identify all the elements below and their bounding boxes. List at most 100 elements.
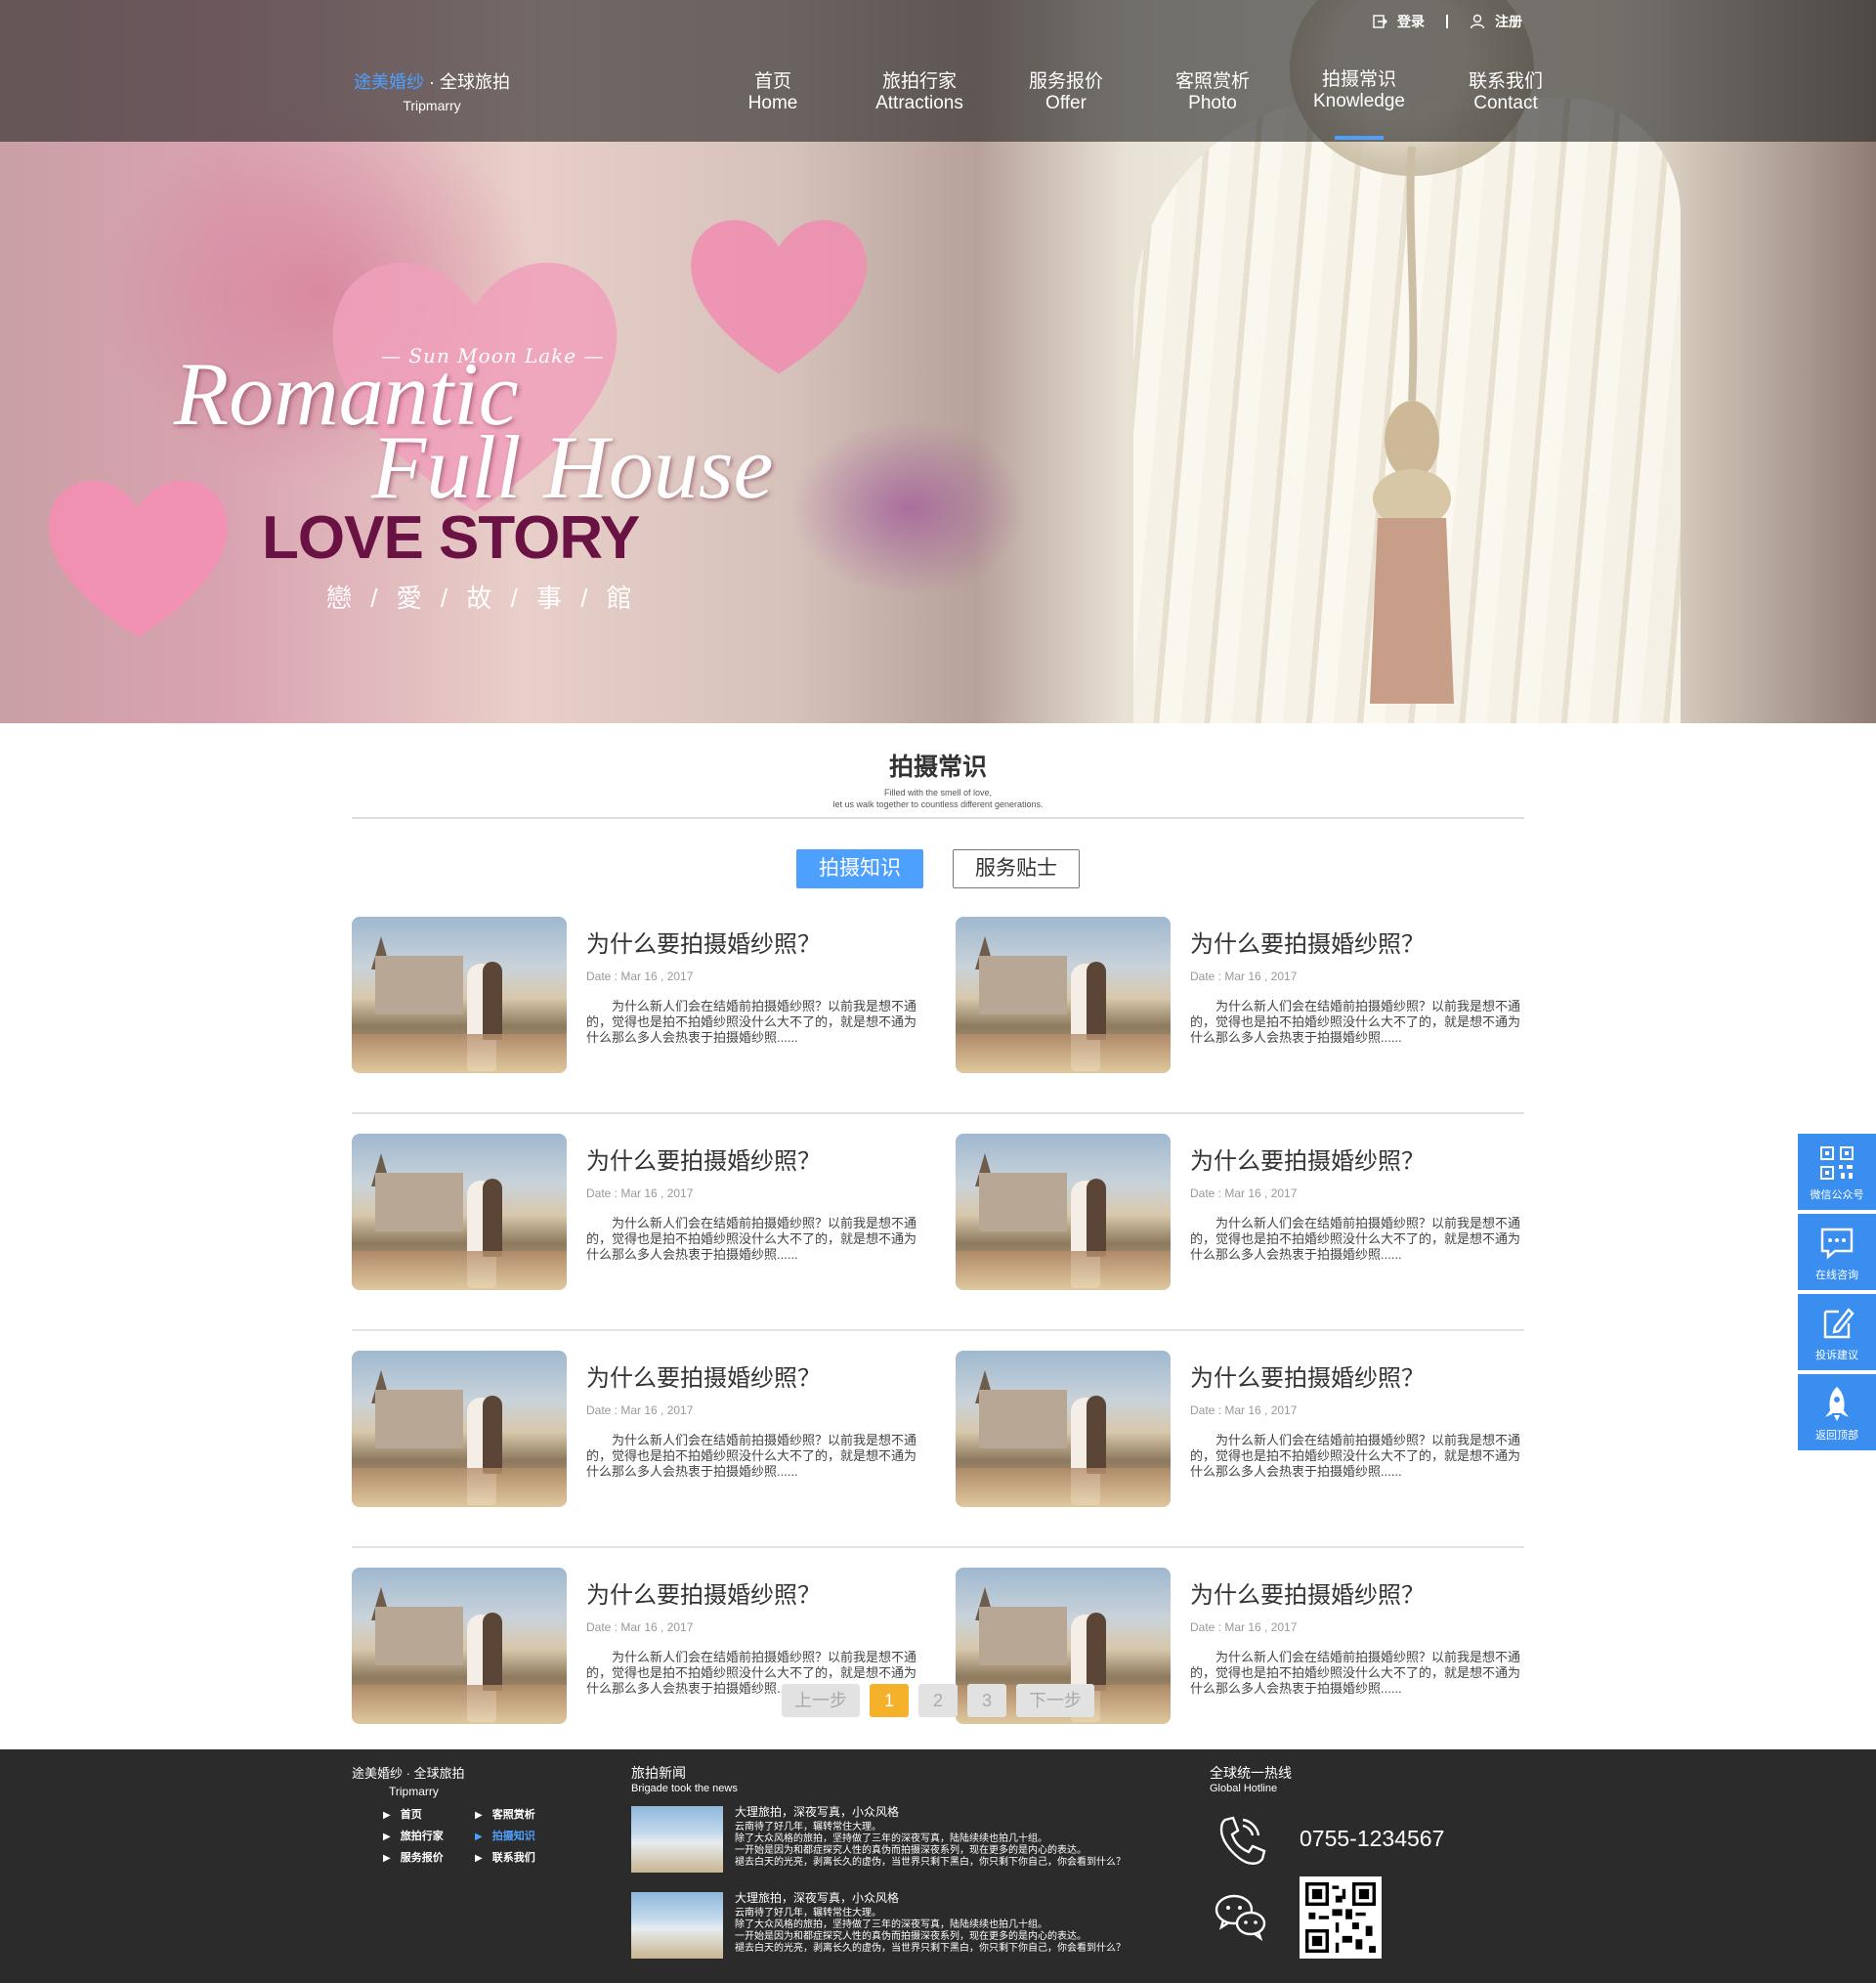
footer-links: 首页 客照赏析 旅拍行家 拍摄知识 服务报价 联系我们 <box>383 1806 567 1865</box>
nav-label-en: Knowledge <box>1312 91 1406 111</box>
article-card[interactable]: 为什么要拍摄婚纱照？ Date : Mar 16 , 2017 为什么新人们会在… <box>352 1351 920 1507</box>
footer-news-item[interactable]: 大理旅拍，深夜写真，小众风格 云南待了好几年，辗转常住大理。 除了大众风格的旅拍… <box>631 1892 1178 1959</box>
news-line: 除了大众风格的旅拍，坚持做了三年的深夜写真，陆陆续续也拍几十组。 <box>735 1919 1047 1930</box>
prev-page-button[interactable]: 上一步 <box>782 1684 860 1717</box>
nav-label-en: Offer <box>1045 93 1087 113</box>
nav-label-en: Attractions <box>875 93 963 113</box>
article-title[interactable]: 为什么要拍摄婚纱照？ <box>586 930 920 960</box>
article-title[interactable]: 为什么要拍摄婚纱照？ <box>1190 930 1524 960</box>
section-divider <box>352 817 1524 819</box>
article-title[interactable]: 为什么要拍摄婚纱照？ <box>1190 1364 1524 1394</box>
article-card[interactable]: 为什么要拍摄婚纱照？ Date : Mar 16 , 2017 为什么新人们会在… <box>352 917 920 1073</box>
article-card[interactable]: 为什么要拍摄婚纱照？ Date : Mar 16 , 2017 为什么新人们会在… <box>956 1351 1524 1507</box>
side-feedback-button[interactable]: 投诉建议 <box>1798 1294 1876 1370</box>
section-subtitle: Filled with the smell of love, let us wa… <box>0 787 1876 810</box>
hotline-title: 全球统一热线 <box>1210 1765 1292 1781</box>
page-button-3[interactable]: 3 <box>967 1684 1006 1717</box>
article-excerpt: 为什么新人们会在结婚前拍摄婚纱照？以前我是想不通的，觉得也是拍不拍婚纱照没什么大… <box>1190 1650 1521 1696</box>
article-thumbnail <box>352 1351 567 1507</box>
news-line: 一开始是因为和都症探究人性的真伪而拍摄深夜系列，现在更多的是内心的表达。 <box>735 1931 1087 1942</box>
footer-link-knowledge[interactable]: 拍摄知识 <box>475 1828 567 1843</box>
nav-label-zh: 服务报价 <box>1028 71 1103 92</box>
register-link[interactable]: 注册 <box>1495 12 1522 31</box>
article-date: Date : Mar 16 , 2017 <box>1190 1403 1298 1417</box>
chat-icon <box>1820 1228 1854 1260</box>
footer-news-title: 旅拍新闻 <box>631 1765 686 1781</box>
article-title[interactable]: 为什么要拍摄婚纱照？ <box>586 1364 920 1394</box>
footer-news-item[interactable]: 大理旅拍，深夜写真，小众风格 云南待了好几年，辗转常住大理。 除了大众风格的旅拍… <box>631 1806 1178 1873</box>
nav-label-zh: 旅拍行家 <box>881 71 957 92</box>
page-button-1[interactable]: 1 <box>870 1684 909 1717</box>
logo-tagline: · 全球旅拍 <box>424 72 510 92</box>
news-title: 大理旅拍，深夜写真，小众风格 <box>735 1805 900 1819</box>
article-title[interactable]: 为什么要拍摄婚纱照？ <box>1190 1147 1524 1177</box>
login-icon <box>1373 15 1387 28</box>
article-row: 为什么要拍摄婚纱照？ Date : Mar 16 , 2017 为什么新人们会在… <box>352 1351 1524 1548</box>
nav-label-zh: 联系我们 <box>1468 71 1543 92</box>
logo-sub: Tripmarry <box>403 98 461 113</box>
nav-photo[interactable]: 客照赏析 Photo <box>1139 71 1286 114</box>
section-title: 拍摄常识 <box>888 754 987 781</box>
news-line: 除了大众风格的旅拍，坚持做了三年的深夜写真，陆陆续续也拍几十组。 <box>735 1833 1047 1844</box>
nav-knowledge[interactable]: 拍摄常识 Knowledge <box>1286 69 1432 140</box>
nav-label-zh: 拍摄常识 <box>1321 69 1396 90</box>
article-card[interactable]: 为什么要拍摄婚纱照？ Date : Mar 16 , 2017 为什么新人们会在… <box>352 1134 920 1290</box>
article-excerpt: 为什么新人们会在结婚前拍摄婚纱照？以前我是想不通的，觉得也是拍不拍婚纱照没什么大… <box>1190 1433 1521 1479</box>
article-title[interactable]: 为什么要拍摄婚纱照？ <box>586 1581 920 1611</box>
login-link[interactable]: 登录 <box>1397 12 1425 31</box>
article-row: 为什么要拍摄婚纱照？ Date : Mar 16 , 2017 为什么新人们会在… <box>352 1568 1524 1765</box>
wechat-icon <box>1215 1894 1266 1942</box>
topbar-divider <box>1446 15 1448 28</box>
side-wechat-button[interactable]: 微信公众号 <box>1798 1134 1876 1210</box>
footer: 途美婚纱 · 全球旅拍 Tripmarry 首页 客照赏析 旅拍行家 拍摄知识 … <box>0 1749 1876 1983</box>
site-logo[interactable]: 途美婚纱 · 全球旅拍 Tripmarry <box>352 68 512 113</box>
news-title: 大理旅拍，深夜写真，小众风格 <box>735 1891 900 1905</box>
article-card[interactable]: 为什么要拍摄婚纱照？ Date : Mar 16 , 2017 为什么新人们会在… <box>956 1134 1524 1290</box>
footer-link-offer[interactable]: 服务报价 <box>383 1849 475 1865</box>
page-button-2[interactable]: 2 <box>918 1684 958 1717</box>
nav-label-en: Contact <box>1473 93 1538 113</box>
nav-contact[interactable]: 联系我们 Contact <box>1432 71 1579 114</box>
qrcode-pattern <box>1305 1882 1376 1953</box>
nav-label-en: Photo <box>1188 93 1237 113</box>
article-title[interactable]: 为什么要拍摄婚纱照？ <box>1190 1581 1524 1611</box>
article-card[interactable]: 为什么要拍摄婚纱照？ Date : Mar 16 , 2017 为什么新人们会在… <box>956 917 1524 1073</box>
article-title[interactable]: 为什么要拍摄婚纱照？ <box>586 1147 920 1177</box>
article-excerpt: 为什么新人们会在结婚前拍摄婚纱照？以前我是想不通的，觉得也是拍不拍婚纱照没什么大… <box>586 1433 917 1479</box>
article-excerpt: 为什么新人们会在结婚前拍摄婚纱照？以前我是想不通的，觉得也是拍不拍婚纱照没什么大… <box>586 1216 917 1262</box>
footer-link-photo[interactable]: 客照赏析 <box>475 1806 567 1822</box>
article-thumbnail <box>956 1134 1171 1290</box>
article-row: 为什么要拍摄婚纱照？ Date : Mar 16 , 2017 为什么新人们会在… <box>352 1134 1524 1331</box>
article-date: Date : Mar 16 , 2017 <box>1190 1620 1298 1634</box>
section-subtitle-line-2: let us walk together to countless differ… <box>832 799 1044 809</box>
side-label: 在线咨询 <box>1815 1270 1858 1281</box>
nav-attractions[interactable]: 旅拍行家 Attractions <box>846 71 993 114</box>
tab-service-tips[interactable]: 服务贴士 <box>953 849 1080 888</box>
footer-logo-sub: Tripmarry <box>389 1785 439 1798</box>
side-label: 返回顶部 <box>1815 1430 1858 1442</box>
news-line: 一开始是因为和都症探究人性的真伪而拍摄深夜系列，现在更多的是内心的表达。 <box>735 1845 1087 1856</box>
next-page-button[interactable]: 下一步 <box>1016 1684 1094 1717</box>
rocket-icon <box>1825 1387 1849 1421</box>
article-thumbnail <box>352 917 567 1073</box>
hotline-number[interactable]: 0755-1234567 <box>1300 1826 1444 1852</box>
main-nav: 首页 Home 旅拍行家 Attractions 服务报价 Offer 客照赏析 Pho… <box>700 69 1579 140</box>
article-grid: 为什么要拍摄婚纱照？ Date : Mar 16 , 2017 为什么新人们会在… <box>352 917 1524 1765</box>
news-line: 褪去白天的光亮，剥离长久的虚伪，当世界只剩下黑白，你只剩下你自己，你会看到什么？ <box>735 1857 1126 1868</box>
side-consult-button[interactable]: 在线咨询 <box>1798 1214 1876 1290</box>
footer-link-home[interactable]: 首页 <box>383 1806 475 1822</box>
footer-link-attractions[interactable]: 旅拍行家 <box>383 1828 475 1843</box>
footer-link-contact[interactable]: 联系我们 <box>475 1849 567 1865</box>
nav-home[interactable]: 首页 Home <box>700 71 846 114</box>
category-tabs: 拍摄知识 服务贴士 <box>796 849 1080 888</box>
article-date: Date : Mar 16 , 2017 <box>1190 1186 1298 1200</box>
phone-icon <box>1219 1816 1266 1865</box>
news-thumbnail <box>631 1806 723 1873</box>
article-excerpt: 为什么新人们会在结婚前拍摄婚纱照？以前我是想不通的，觉得也是拍不拍婚纱照没什么大… <box>1190 999 1521 1045</box>
article-excerpt: 为什么新人们会在结婚前拍摄婚纱照？以前我是想不通的，觉得也是拍不拍婚纱照没什么大… <box>586 999 917 1045</box>
logo-brand: 途美婚纱 <box>354 72 424 92</box>
article-thumbnail <box>956 1351 1171 1507</box>
tab-shooting-knowledge[interactable]: 拍摄知识 <box>796 849 923 888</box>
nav-offer[interactable]: 服务报价 Offer <box>993 71 1139 114</box>
side-back-to-top-button[interactable]: 返回顶部 <box>1798 1374 1876 1450</box>
